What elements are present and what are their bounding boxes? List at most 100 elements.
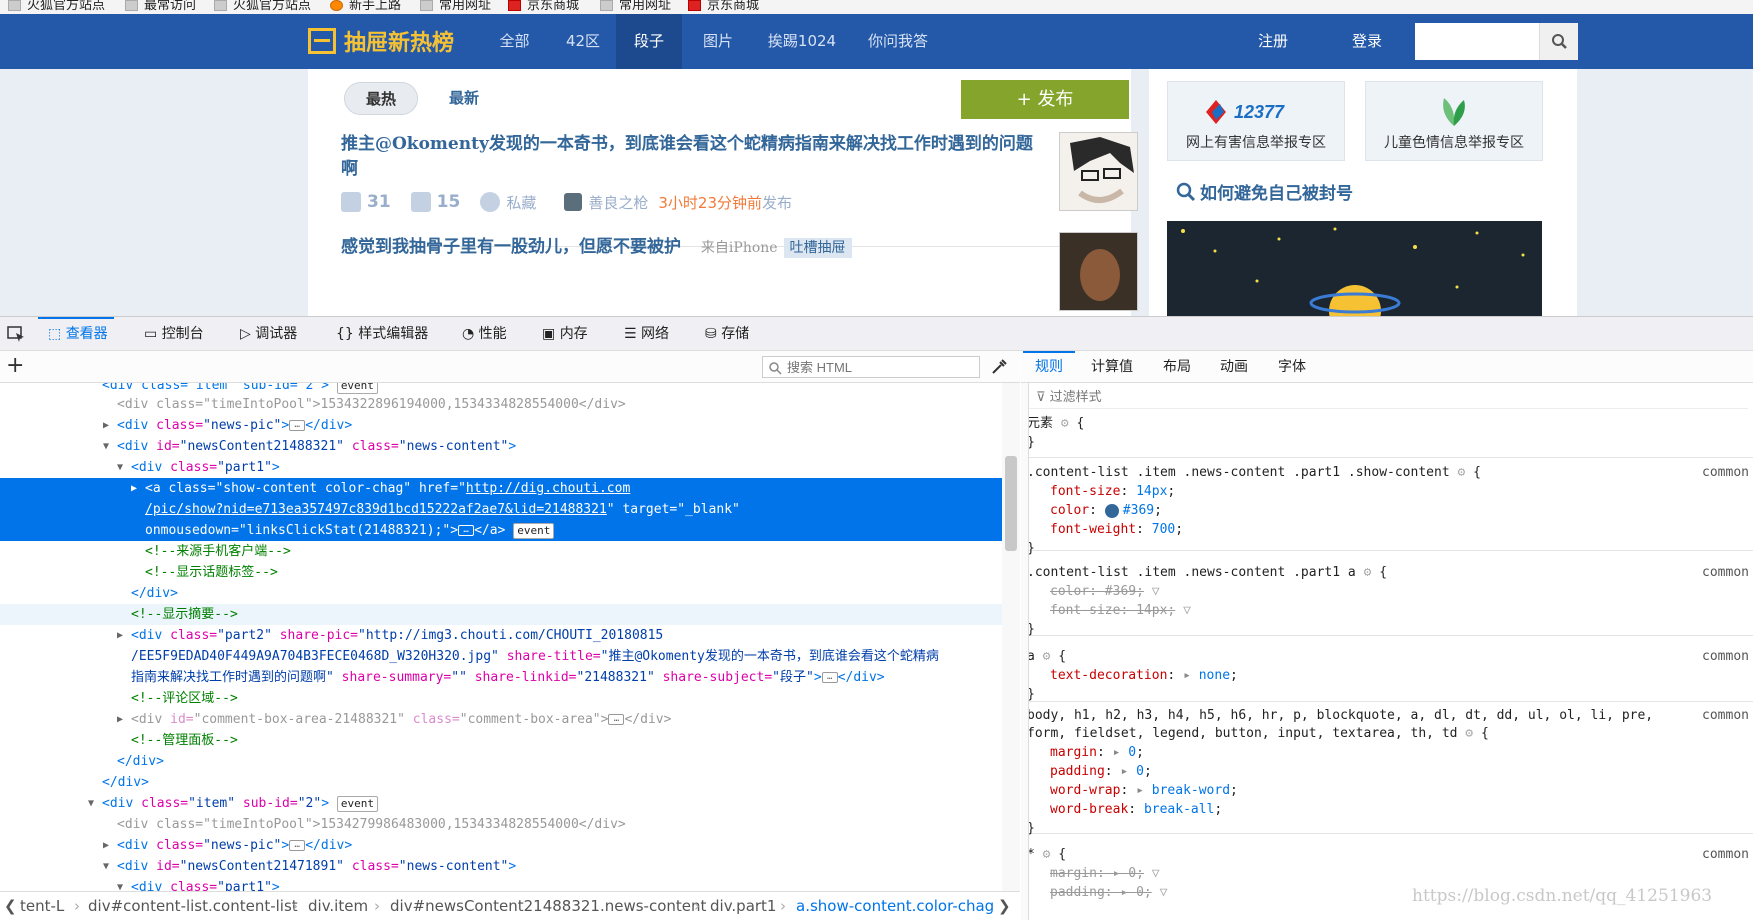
rule-selector[interactable]: .content-list .item .news-content .part1… (1027, 463, 1481, 482)
add-node-icon[interactable]: + (6, 353, 24, 378)
bookmark-firefox-official[interactable]: 火狐官方站点 (8, 0, 105, 13)
tree-node[interactable]: <div class="timeIntoPool">15343228961940… (0, 394, 1002, 415)
declaration[interactable]: font-weight: 700; (1050, 520, 1183, 539)
breadcrumb-item[interactable]: tent-L (20, 892, 64, 920)
tab-performance[interactable]: ◔ 性能 (462, 317, 507, 351)
tree-node[interactable]: ▼ <div id="newsContent21488321" class="ne… (0, 436, 1002, 457)
nav-pictures[interactable]: 图片 (693, 14, 743, 69)
prop-value[interactable]: none (1199, 668, 1230, 683)
bookmark-common-sites-2[interactable]: 常用网址 (600, 0, 671, 13)
rule-selector[interactable]: body, h1, h2, h3, h4, h5, h6, hr, p, blo… (1027, 706, 1653, 725)
avatar[interactable] (564, 193, 583, 211)
topic-tag[interactable]: 吐槽抽屉 (783, 238, 852, 258)
collapsed-ellipsis[interactable]: … (289, 420, 306, 431)
selected-tree-node[interactable]: onmousedown="linksClickStat(21488321);">… (0, 520, 1002, 541)
tree-node[interactable]: </div> (0, 583, 1002, 604)
declaration[interactable]: padding: ▸ 0; (1050, 762, 1152, 781)
tree-comment[interactable]: <!--显示话题标签--> (0, 562, 1002, 583)
markup-scrollbar-thumb[interactable] (1005, 456, 1017, 551)
bookmark-jd-2[interactable]: 京东商城 (688, 0, 759, 13)
eyedropper-icon[interactable] (990, 358, 1008, 376)
declaration-overridden[interactable]: padding: ▸ 0; ▽ (1050, 883, 1167, 902)
rule-selector-cont[interactable]: form, fieldset, legend, button, input, t… (1027, 724, 1489, 743)
tree-comment[interactable]: <!--来源手机客户端--> (0, 541, 1002, 562)
rule-source[interactable]: common (1702, 706, 1749, 725)
heart-icon[interactable] (480, 192, 501, 212)
tab-debugger[interactable]: ▷ 调试器 (240, 317, 297, 351)
breadcrumb-item-selected[interactable]: a.show-content.color-chag (796, 892, 994, 920)
breadcrumb-item[interactable]: div.part1 (710, 892, 776, 920)
filter-styles-input[interactable]: ⊽ 过滤样式 (1026, 387, 1748, 409)
report-harmful-info[interactable]: 12377 网上有害信息举报专区 (1167, 81, 1345, 161)
tree-node[interactable]: /EE5F9EDAD40F449A9A704B3FECE0468D_W320H3… (0, 646, 1002, 667)
tab-computed[interactable]: 计算值 (1091, 351, 1133, 383)
selected-tree-node[interactable]: ▶ <a class="show-content color-chag" href… (0, 478, 1002, 499)
tree-node[interactable]: ▼ <div id="newsContent21471891" class="ne… (0, 856, 1002, 877)
sort-new-button[interactable]: 最新 (444, 82, 484, 115)
tree-comment[interactable]: <!--管理面板--> (0, 730, 1002, 751)
tab-animations[interactable]: 动画 (1220, 351, 1248, 383)
event-badge[interactable]: event (336, 795, 378, 812)
tab-rules[interactable]: 规则 (1023, 351, 1075, 383)
declaration[interactable]: word-break: break-all; (1050, 800, 1222, 819)
bookmark-jd[interactable]: 京东商城 (508, 0, 579, 13)
tab-inspector[interactable]: ⬚ 查看器 (38, 317, 114, 351)
expand-arrow-icon[interactable]: ▶ (117, 709, 123, 730)
rule-selector[interactable]: a ⚙ { (1027, 647, 1066, 666)
gear-icon[interactable]: ⚙ (1043, 847, 1051, 862)
pane-splitter[interactable] (1021, 383, 1029, 920)
breadcrumb-scroll-left-icon[interactable]: ❮ (4, 892, 17, 920)
news-title-link[interactable]: 推主@Okomenty发现的一本奇书，到底谁会看这个蛇精病指南来解决找工作时遇到… (341, 132, 1041, 182)
like-icon[interactable] (341, 192, 361, 212)
expand-arrow-icon[interactable]: ▶ (117, 625, 123, 646)
rule-selector[interactable]: .content-list .item .news-content .part1… (1027, 563, 1387, 582)
site-search-button[interactable] (1539, 23, 1578, 60)
href-part2[interactable]: /pic/show?nid=e713ea357497c839d1bcd15222… (145, 502, 607, 517)
nav-all[interactable]: 全部 (486, 14, 543, 69)
tab-fonts[interactable]: 字体 (1278, 351, 1306, 383)
news-pic[interactable] (1059, 132, 1138, 211)
tree-node[interactable]: ▶ <div id="comment-box-area-21488321" cla… (0, 709, 1002, 730)
rule-selector[interactable]: 元素 ⚙ { (1027, 414, 1084, 433)
tab-memory[interactable]: ▣ 内存 (542, 317, 588, 351)
rule-selector[interactable]: * ⚙ { (1027, 845, 1066, 864)
prop-value[interactable]: #369 (1123, 503, 1154, 518)
collapse-arrow-icon[interactable]: ▼ (103, 856, 109, 877)
tree-node[interactable]: ▶ <div class="part2" share-pic="http://im… (0, 625, 1002, 646)
site-logo[interactable]: 抽屉新热榜 (308, 25, 454, 57)
tree-node[interactable]: ▶ <div class="news-pic">… </div> (0, 415, 1002, 436)
tree-node[interactable]: ▼ <div class="item" sub-id="2"> event (0, 793, 1002, 814)
declaration[interactable]: text-decoration: ▸ none; (1050, 666, 1238, 685)
tree-comment[interactable]: <!--显示摘要--> (0, 604, 1002, 625)
register-link[interactable]: 注册 (1258, 14, 1288, 69)
collapse-arrow-icon[interactable]: ▼ (117, 457, 123, 478)
expand-arrow-icon[interactable]: ▶ (103, 835, 109, 856)
prop-value[interactable]: 14px (1136, 484, 1167, 499)
href-part1[interactable]: http://dig.chouti.com (466, 481, 630, 496)
howto-link[interactable]: 如何避免自己被封号 (1176, 179, 1353, 204)
gear-icon[interactable]: ⚙ (1465, 726, 1473, 741)
tab-network[interactable]: ☰ 网络 (624, 317, 669, 351)
declaration-overridden[interactable]: color: #369; ▽ (1050, 582, 1160, 601)
declaration[interactable]: word-wrap: ▸ break-word; (1050, 781, 1238, 800)
collapsed-ellipsis[interactable]: … (821, 672, 838, 683)
expand-arrow-icon[interactable]: ▶ (103, 415, 109, 436)
login-link[interactable]: 登录 (1352, 14, 1382, 69)
comment-icon[interactable] (410, 192, 431, 212)
event-badge[interactable]: event (336, 383, 378, 394)
nav-it1024[interactable]: 挨踢1024 (759, 14, 845, 69)
report-child-info[interactable]: 儿童色情信息举报专区 (1365, 81, 1543, 161)
declaration[interactable]: margin: ▸ 0; (1050, 743, 1144, 762)
news-title-link[interactable]: 感觉到我抽骨子里有一股劲儿，但愿不要被护 来自iPhone 吐槽抽屉 (341, 235, 852, 261)
nav-qa[interactable]: 你问我答 (860, 14, 936, 69)
prop-value[interactable]: 0 (1136, 764, 1144, 779)
tree-node[interactable]: 指南来解决找工作时遇到的问题啊" share-summary="" share-… (0, 667, 1002, 688)
tree-comment[interactable]: <!--评论区域--> (0, 688, 1002, 709)
favorite-label[interactable]: 私藏 (506, 192, 536, 213)
nav-jokes[interactable]: 段子 (616, 14, 682, 69)
sidebar-banner[interactable] (1167, 221, 1542, 316)
sort-hot-button[interactable]: 最热 (344, 82, 418, 115)
tree-node[interactable]: </div> (0, 772, 1002, 793)
declaration[interactable]: color: #369; (1050, 501, 1162, 520)
prop-value[interactable]: 700 (1152, 522, 1175, 537)
